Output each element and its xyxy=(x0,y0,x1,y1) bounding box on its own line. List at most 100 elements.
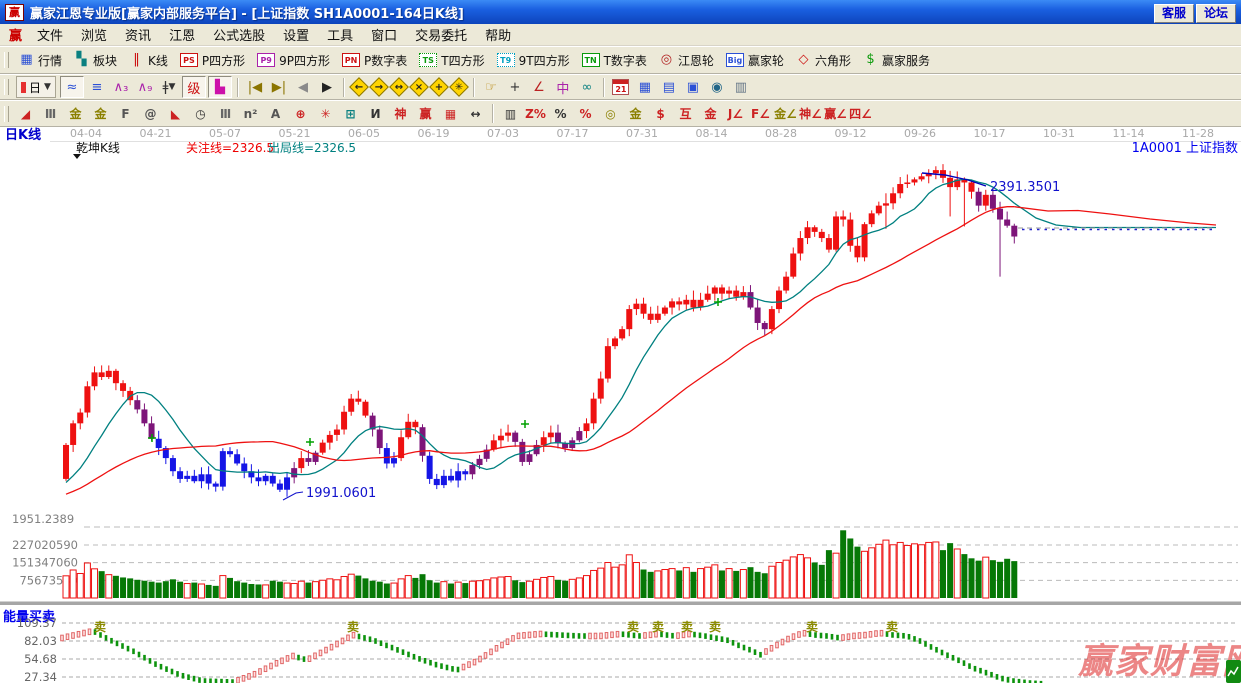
menu-item-浏览[interactable]: 浏览 xyxy=(72,24,116,45)
menu-item-江恩[interactable]: 江恩 xyxy=(160,24,204,45)
menu-item-设置[interactable]: 设置 xyxy=(274,24,318,45)
t-table-button[interactable]: TN T数字表 xyxy=(576,50,653,71)
gold-comb-icon[interactable]: 金 xyxy=(64,104,87,124)
expand-diamond-icon[interactable]: ↔ xyxy=(389,77,409,97)
clock-cycle-icon[interactable]: ◷ xyxy=(189,104,212,124)
percent-lines-icon[interactable]: % xyxy=(574,104,597,124)
purple-tool-icon[interactable]: 中 xyxy=(552,77,574,97)
kline-button[interactable]: ‖ K线 xyxy=(123,50,174,71)
web-star-icon[interactable]: ✳ xyxy=(314,104,337,124)
notes-icon[interactable]: ▤ xyxy=(658,77,680,97)
price-table-icon[interactable]: ▦ xyxy=(439,104,462,124)
shen-angle-icon[interactable]: 神∠ xyxy=(799,104,822,124)
t9-square-button[interactable]: T9 9T四方形 xyxy=(491,50,576,71)
zoom-in-diamond-icon[interactable]: + xyxy=(429,77,449,97)
kline-chart[interactable]: 04-04 04-21 05-07 05-21 06-05 06-19 07-03 07-17… xyxy=(0,127,1241,687)
next-icon[interactable]: ▶ xyxy=(316,77,338,97)
volume-bar xyxy=(454,581,462,599)
quotes-button[interactable]: ▦ 行情 xyxy=(13,50,68,71)
oscillator-bar xyxy=(126,645,130,652)
zigzag-icon[interactable]: И xyxy=(364,104,387,124)
globe-icon[interactable]: ◉ xyxy=(706,77,728,97)
p-square-button[interactable]: PS P四方形 xyxy=(174,50,251,71)
p-table-button[interactable]: PN P数字表 xyxy=(336,50,413,71)
f-angle-icon[interactable]: F∠ xyxy=(749,104,772,124)
winner-services-button[interactable]: $ 赢家服务 xyxy=(857,50,936,71)
wave3-icon[interactable]: ∧₃ xyxy=(110,77,132,97)
volume-bar xyxy=(347,573,355,599)
period-selector[interactable]: 日 ▼ xyxy=(16,76,56,98)
save-icon[interactable]: ▣ xyxy=(682,77,704,97)
red-pen-icon[interactable]: ◣ xyxy=(164,104,187,124)
money-brush-icon[interactable]: $ xyxy=(649,104,672,124)
grade-icon[interactable]: 级 xyxy=(181,76,206,98)
forum-button[interactable]: 论坛 xyxy=(1195,3,1236,23)
menu-item-交易委托[interactable]: 交易委托 xyxy=(406,24,476,45)
angle-tool-icon[interactable]: ∠ xyxy=(528,77,550,97)
span-arrows-icon[interactable]: ↔ xyxy=(464,104,487,124)
hand-icon[interactable]: ☞ xyxy=(480,77,502,97)
toolbar-grip[interactable] xyxy=(4,105,9,122)
info-panel-icon[interactable]: ≡ xyxy=(86,77,108,97)
zpercent-icon[interactable]: Z% xyxy=(524,104,547,124)
hexagon-button[interactable]: ◇ 六角形 xyxy=(790,50,857,71)
gold-comb2-icon[interactable]: 金 xyxy=(89,104,112,124)
zoom-all-diamond-icon[interactable]: ✳ xyxy=(449,77,469,97)
wave-mode-icon[interactable]: ≈ xyxy=(59,76,84,98)
menu-item-窗口[interactable]: 窗口 xyxy=(362,24,406,45)
shift-right-diamond-icon[interactable]: → xyxy=(369,77,389,97)
candle xyxy=(412,421,419,428)
t-square-button[interactable]: TS T四方形 xyxy=(413,50,490,71)
percent-icon[interactable]: % xyxy=(549,104,572,124)
compress-diamond-icon[interactable]: × xyxy=(409,77,429,97)
gann-wheel-button[interactable]: ◎ 江恩轮 xyxy=(653,50,720,71)
mutual-icon[interactable]: 互 xyxy=(674,104,697,124)
toolbar-grip[interactable] xyxy=(4,79,9,95)
prev-icon[interactable]: ◀ xyxy=(292,77,314,97)
sectors-button[interactable]: ▚ 板块 xyxy=(68,50,123,71)
circle-cross-icon[interactable]: ⊕ xyxy=(289,104,312,124)
menu-item-文件[interactable]: 文件 xyxy=(28,24,72,45)
f-lines-icon[interactable]: F xyxy=(114,104,137,124)
comb2-icon[interactable]: Ⅲ xyxy=(214,104,237,124)
shift-left-diamond-icon[interactable]: ← xyxy=(349,77,369,97)
gold-angle-icon[interactable]: 金∠ xyxy=(774,104,797,124)
customer-service-button[interactable]: 客服 xyxy=(1153,3,1194,23)
a-line-icon[interactable]: A xyxy=(264,104,287,124)
comb-lines-icon[interactable]: Ⅲ xyxy=(39,104,62,124)
coil-icon[interactable]: @ xyxy=(139,104,162,124)
draw-knife-icon[interactable]: ◢ xyxy=(14,104,37,124)
stats-bars-icon[interactable]: ▥ xyxy=(499,104,522,124)
calendar-icon[interactable]: 21 xyxy=(610,77,632,97)
watermark: 赢家财富网 xyxy=(1077,642,1241,682)
win-grid-icon[interactable]: 赢 xyxy=(414,104,437,124)
knot-tool-icon[interactable]: ∞ xyxy=(576,77,598,97)
toolbar-grip[interactable] xyxy=(4,52,9,68)
shen-grid-icon[interactable]: 神 xyxy=(389,104,412,124)
p9-square-button[interactable]: P9 9P四方形 xyxy=(251,50,336,71)
histogram-icon[interactable]: ▙ xyxy=(207,76,232,98)
n-squared-icon[interactable]: n² xyxy=(239,104,262,124)
gold-lines-icon[interactable]: 金 xyxy=(624,104,647,124)
gold-underline-icon[interactable]: 金 xyxy=(699,104,722,124)
crosshair-icon[interactable]: + xyxy=(504,77,526,97)
calculator-icon[interactable]: ▦ xyxy=(634,77,656,97)
menu-item-资讯[interactable]: 资讯 xyxy=(116,24,160,45)
web-grid-icon[interactable]: ⊞ xyxy=(339,104,362,124)
menu-item-工具[interactable]: 工具 xyxy=(318,24,362,45)
candle-style-icon[interactable]: ǂ ▼ xyxy=(158,77,180,97)
chart-area[interactable]: 04-04 04-21 05-07 05-21 06-05 06-19 07-03 07-17… xyxy=(0,127,1241,687)
four-angle-icon[interactable]: 四∠ xyxy=(849,104,872,124)
oscillator-bar xyxy=(451,666,454,672)
menu-item-帮助[interactable]: 帮助 xyxy=(476,24,520,45)
menu-item-公式选股[interactable]: 公式选股 xyxy=(204,24,274,45)
gold-circle-icon[interactable]: ◎ xyxy=(599,104,622,124)
win-angle-icon[interactable]: 赢∠ xyxy=(824,104,847,124)
j-angle-icon[interactable]: J∠ xyxy=(724,104,747,124)
volume-bar xyxy=(134,579,141,598)
printer-icon[interactable]: ▥ xyxy=(730,77,752,97)
wave9-icon[interactable]: ∧₉ xyxy=(134,77,156,97)
first-page-icon[interactable]: |◀ xyxy=(244,77,266,97)
winner-wheel-button[interactable]: Big 赢家轮 xyxy=(720,50,790,71)
last-page-icon[interactable]: ▶| xyxy=(268,77,290,97)
